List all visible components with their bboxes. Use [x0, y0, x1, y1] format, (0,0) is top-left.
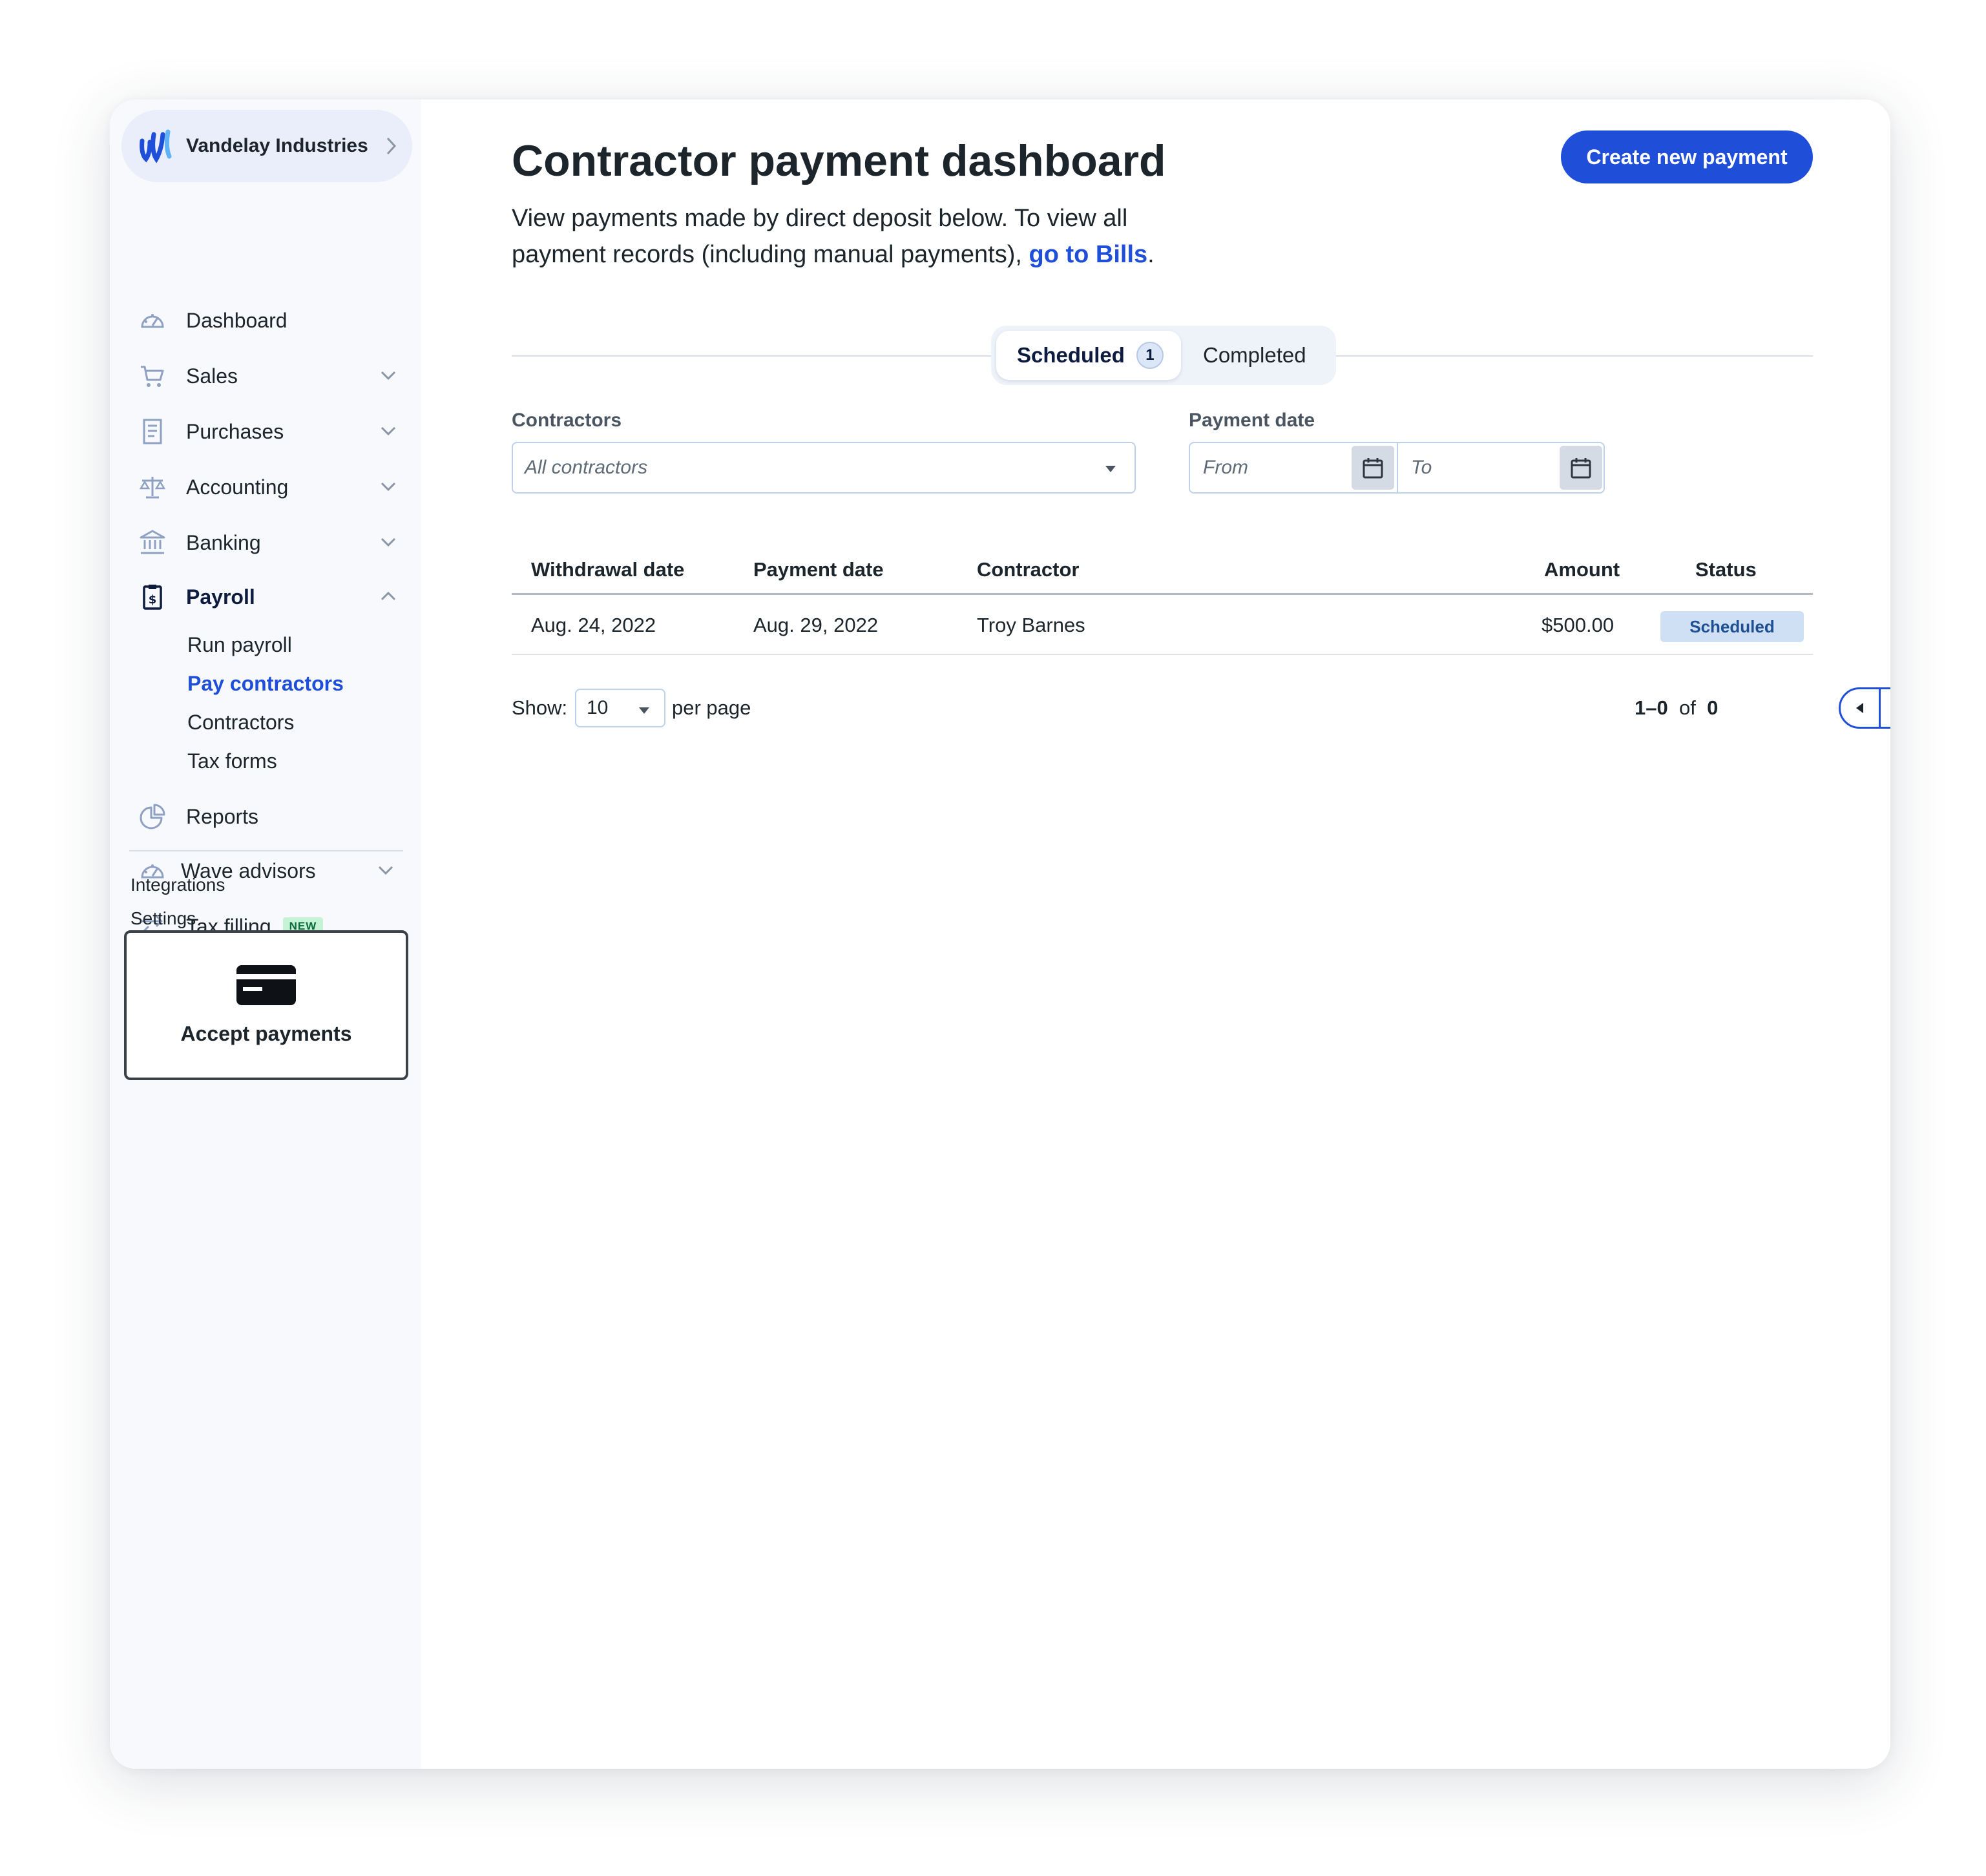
chevron-down-icon — [381, 482, 396, 492]
gauge-icon — [141, 314, 164, 328]
cell-contractor: Troy Barnes — [977, 614, 1085, 636]
status-tabs: Scheduled 1 Completed — [991, 326, 1336, 385]
column-header-amount[interactable]: Amount — [1544, 558, 1620, 581]
sidebar-item-banking[interactable]: Banking — [138, 523, 397, 562]
calendar-icon — [1363, 458, 1383, 479]
sidebar-item-label: Reports — [186, 804, 259, 828]
go-to-bills-link[interactable]: go to Bills — [1029, 241, 1148, 268]
wave-logo-icon — [140, 129, 172, 163]
tab-label: Scheduled — [1017, 343, 1125, 367]
svg-text:$: $ — [149, 593, 157, 607]
caret-left-icon — [1855, 703, 1863, 713]
sidebar: Vandelay Industries Dashboard Sales Purc… — [110, 99, 421, 1769]
pie-chart-icon — [140, 804, 165, 829]
credit-card-icon — [236, 964, 296, 1005]
sidebar-item-label: Sales — [186, 364, 238, 388]
date-from-calendar-button[interactable] — [1352, 446, 1394, 490]
previous-page-button[interactable] — [1841, 689, 1881, 727]
column-header-status[interactable]: Status — [1695, 558, 1757, 581]
description-end: . — [1147, 241, 1155, 268]
sidebar-item-label: Dashboard — [186, 308, 287, 332]
receipt-icon — [143, 419, 162, 444]
sidebar-item-payroll[interactable]: $ Payroll — [138, 578, 397, 616]
chevron-up-icon — [381, 591, 396, 601]
sidebar-item-sales[interactable]: Sales — [138, 357, 397, 395]
caret-down-icon — [1105, 466, 1116, 472]
contractors-select-value: All contractors — [525, 457, 648, 478]
sidebar-subitem-pay-contractors[interactable]: Pay contractors — [187, 672, 344, 696]
contractors-select[interactable]: All contractors — [512, 442, 1136, 494]
chevron-down-icon — [381, 537, 396, 547]
date-to-placeholder: To — [1411, 457, 1432, 478]
range-total: 0 — [1707, 696, 1719, 719]
range-value: 1–0 — [1635, 696, 1668, 719]
per-page-label: per page — [672, 696, 751, 719]
chevron-down-icon — [381, 371, 396, 380]
sidebar-item-label: Banking — [186, 530, 261, 554]
tab-completed[interactable]: Completed — [1203, 331, 1306, 380]
chevron-right-icon — [386, 137, 397, 155]
page-title: Contractor payment dashboard — [512, 136, 1166, 185]
column-header-contractor[interactable]: Contractor — [977, 558, 1079, 581]
sidebar-subitem-tax-forms[interactable]: Tax forms — [187, 749, 277, 773]
sidebar-item-label: Purchases — [186, 419, 284, 443]
show-label: Show: — [512, 696, 568, 719]
payment-date-label: Payment date — [1189, 410, 1315, 431]
clipboard-dollar-icon: $ — [143, 585, 162, 610]
column-header-payment-date[interactable]: Payment date — [753, 558, 884, 581]
cart-icon — [141, 366, 164, 387]
sidebar-subitem-contractors[interactable]: Contractors — [187, 711, 294, 735]
sidebar-link-settings[interactable]: Settings — [131, 908, 196, 929]
create-new-payment-button[interactable]: Create new payment — [1561, 130, 1813, 183]
cell-amount: $500.00 — [1542, 614, 1615, 636]
main-content: Contractor payment dashboard Create new … — [421, 99, 1890, 1769]
accept-payments-label: Accept payments — [180, 1021, 352, 1045]
chevron-down-icon — [378, 866, 393, 875]
sidebar-item-label: Payroll — [186, 585, 255, 609]
sidebar-link-integrations[interactable]: Integrations — [131, 875, 225, 895]
calendar-icon — [1571, 458, 1591, 479]
sidebar-item-purchases[interactable]: Purchases — [138, 412, 397, 451]
page-description: View payments made by direct deposit bel… — [512, 200, 1222, 273]
payment-date-range: From To — [1189, 442, 1605, 494]
sidebar-item-reports[interactable]: Reports — [138, 797, 397, 836]
accept-payments-card[interactable]: Accept payments — [124, 930, 408, 1080]
tab-scheduled[interactable]: Scheduled 1 — [996, 331, 1181, 380]
bank-icon — [140, 530, 165, 554]
scale-icon — [139, 477, 166, 499]
sidebar-item-label: Accounting — [186, 475, 289, 499]
table-header-divider — [512, 593, 1813, 595]
sidebar-subitem-run-payroll[interactable]: Run payroll — [187, 633, 292, 657]
date-to-calendar-button[interactable] — [1560, 446, 1602, 490]
pagination-control — [1839, 687, 1890, 729]
range-of: of — [1678, 696, 1696, 719]
business-switcher[interactable]: Vandelay Industries — [121, 110, 412, 182]
per-page-value: 10 — [587, 697, 609, 718]
tab-label: Completed — [1203, 343, 1306, 367]
status-badge: Scheduled — [1660, 611, 1804, 642]
chevron-down-icon — [381, 426, 396, 436]
contractors-label: Contractors — [512, 410, 622, 431]
sidebar-divider — [129, 850, 403, 851]
sidebar-item-dashboard[interactable]: Dashboard — [138, 301, 397, 340]
cell-payment-date: Aug. 29, 2022 — [753, 614, 879, 636]
table-row-divider — [512, 654, 1813, 655]
sidebar-item-accounting[interactable]: Accounting — [138, 468, 397, 506]
pagination-range: 1–0 of 0 — [1635, 696, 1718, 720]
business-name: Vandelay Industries — [186, 135, 368, 156]
column-header-withdrawal-date[interactable]: Withdrawal date — [531, 558, 684, 581]
caret-down-icon — [639, 707, 649, 714]
cell-withdrawal-date: Aug. 24, 2022 — [531, 614, 656, 636]
app-window: Vandelay Industries Dashboard Sales Purc… — [110, 99, 1890, 1769]
per-page-select[interactable]: 10 — [575, 689, 665, 727]
tab-count-badge: 1 — [1136, 342, 1164, 369]
date-from-placeholder: From — [1203, 457, 1248, 478]
next-page-button[interactable] — [1879, 689, 1890, 727]
